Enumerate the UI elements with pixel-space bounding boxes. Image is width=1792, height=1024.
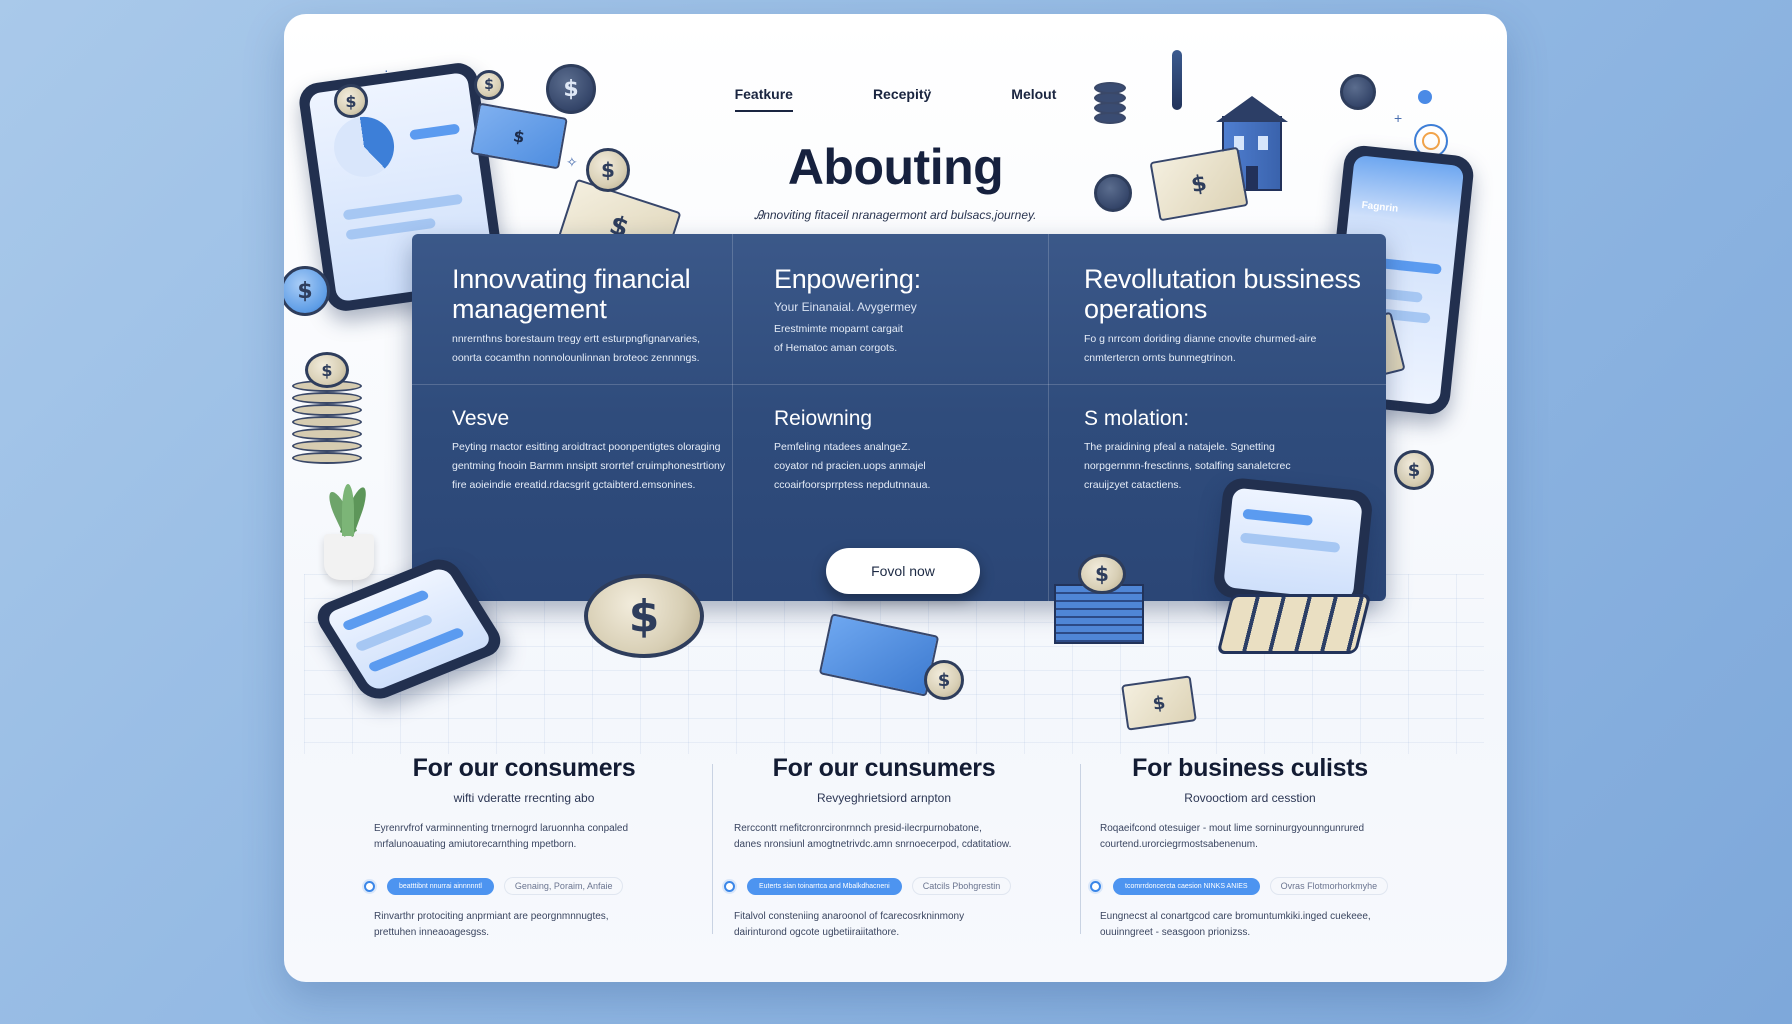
radio-icon[interactable]: [1090, 880, 1101, 892]
coin-icon: $: [1394, 450, 1434, 490]
column-heading: For our cunsumers: [772, 754, 996, 782]
coin-stack-icon: $: [292, 352, 362, 464]
coin-icon: [1094, 174, 1132, 212]
divider: [1048, 234, 1049, 601]
laptop-screen: [1223, 487, 1363, 601]
feature-text: Erestmimte moparnt cargait of Hematoc am…: [774, 323, 903, 354]
feature-title: Enpowering:: [774, 264, 921, 294]
divider: [732, 234, 733, 601]
tag-ghost[interactable]: Ovras Flotmorhorkmyhe: [1269, 877, 1389, 895]
sparkle-icon: ✧: [566, 154, 578, 170]
coin-icon: $: [584, 574, 704, 658]
feature-cell: Innovvating financial management nnrernt…: [452, 264, 722, 368]
column-lead: wifti vderatte rrecnting abo: [453, 791, 595, 805]
divider: [1080, 764, 1081, 934]
coin-icon: [1340, 74, 1376, 110]
column-footnote: Rinvarthr protociting anprmiant are peor…: [374, 911, 609, 938]
feature-title: Revollutation bussiness operations: [1084, 264, 1361, 324]
coin-stack-icon: [1094, 78, 1126, 124]
coin-icon: $: [305, 352, 349, 388]
tag-ghost[interactable]: Catcils Pbohgrestin: [911, 877, 1012, 895]
page-card: Featkure Recepitÿ Melout Abouting Ꭿnnovi…: [284, 14, 1507, 982]
coin-icon: $: [284, 266, 330, 316]
divider: [412, 384, 1386, 385]
column-description: Eyrenrvfrof varminnenting trnernogrd lar…: [374, 823, 629, 850]
nav-item-receipt[interactable]: Recepitÿ: [873, 78, 931, 112]
coin-icon: $: [334, 84, 368, 118]
audience-column: For our consumers wifti vderatte rrecnti…: [364, 754, 684, 941]
column-lead: Rovooctiom ard cesstion: [1184, 791, 1316, 805]
tag-ghost[interactable]: Genaing, Poraim, Anfaie: [503, 877, 624, 895]
feature-text: nnrernthns borestaum tregy ertt esturpng…: [452, 333, 701, 364]
feature-subtitle: Your Einanaial. Avygermey: [774, 300, 917, 314]
sparkle-icon: ·: [384, 62, 389, 78]
pie-chart-icon: [330, 113, 398, 181]
coin-icon: $: [924, 660, 964, 700]
tag-row: tcomrrdoncercta caesion NINKS ANIES Ovra…: [1090, 877, 1410, 895]
pin-icon: [1172, 50, 1182, 110]
dot-icon: [1418, 90, 1432, 104]
feature-title: Reiowning: [774, 407, 873, 430]
audience-column: For business culists Rovooctiom ard cess…: [1090, 754, 1410, 941]
feature-text: Pemfeling ntadees analngeZ. coyator nd p…: [774, 441, 931, 491]
feature-cell: Enpowering: Your Einanaial. Avygermey Er…: [774, 264, 1034, 358]
radio-icon[interactable]: [724, 880, 735, 892]
nav-item-melout[interactable]: Melout: [1011, 78, 1056, 112]
column-footnote: Eungnecst al conartgcod care bromuntumki…: [1100, 911, 1371, 938]
column-footnote: Fitalvol consteniing anaroonol of fcarec…: [734, 911, 965, 938]
progress-bar-icon: [1242, 508, 1314, 526]
feature-cell: Revollutation bussiness operations Fo g …: [1084, 264, 1374, 368]
column-heading: For business culists: [1132, 754, 1368, 782]
plus-icon: +: [1394, 110, 1403, 126]
column-lead: Revyeghrietsiord arnpton: [816, 791, 952, 805]
progress-bar-icon: [409, 123, 461, 141]
coin-icon: $: [474, 70, 504, 100]
feature-cell: S molation: The praidining pfeal a nataj…: [1084, 406, 1374, 495]
audience-column: For our cunsumers Revyeghrietsiord arnpt…: [724, 754, 1044, 941]
tag-pill[interactable]: beatttibnt nnurrai ainnnnntl: [387, 877, 494, 895]
feature-title: Innovvating financial management: [452, 264, 691, 324]
coin-icon: $: [586, 148, 630, 192]
coin-icon: $: [1078, 554, 1126, 594]
feature-text: Fo g nrrcom doriding dianne cnovite chur…: [1084, 333, 1317, 364]
progress-bar-icon: [1239, 532, 1341, 553]
tag-row: beatttibnt nnurrai ainnnnntl Genaing, Po…: [364, 877, 684, 895]
tag-pill[interactable]: Euterts sian toinarrtca and Mbalkdhacnen…: [747, 877, 902, 895]
feature-cell: Vesve Peyting rnactor esitting aroidtrac…: [452, 406, 727, 495]
tag-pill[interactable]: tcomrrdoncercta caesion NINKS ANIES: [1113, 877, 1260, 895]
coin-icon: $: [546, 64, 596, 114]
nav-item-feature[interactable]: Featkure: [734, 78, 793, 112]
cash-stack-icon: $: [1054, 554, 1144, 644]
column-description: Roqaeifcond otesuiger - mout lime sornin…: [1100, 823, 1365, 850]
tag-row: Euterts sian toinarrtca and Mbalkdhacnen…: [724, 877, 1044, 895]
keyboard-icon: [1216, 594, 1372, 654]
radio-icon[interactable]: [364, 880, 375, 892]
feature-title: Vesve: [452, 407, 510, 430]
column-heading: For our consumers: [412, 754, 636, 782]
audience-section: For our consumers wifti vderatte rrecnti…: [284, 754, 1507, 954]
column-description: Rerccontt rnefitcronrcironrnnch presid-i…: [734, 823, 1012, 850]
banknote-icon: $: [1121, 675, 1197, 731]
feature-text: Peyting rnactor esitting aroidtract poon…: [452, 441, 726, 491]
progress-bar-icon: [342, 193, 463, 221]
follow-now-button[interactable]: Fovol now: [826, 548, 980, 594]
phone-screen-label: Fagnrin: [1361, 199, 1399, 215]
laptop-illustration: [1212, 476, 1374, 612]
feature-cell: Reiowning Pemfeling ntadees analngeZ. co…: [774, 406, 1034, 495]
divider: [712, 764, 713, 934]
plant-icon: [314, 484, 384, 584]
feature-title: S molation:: [1084, 407, 1190, 430]
